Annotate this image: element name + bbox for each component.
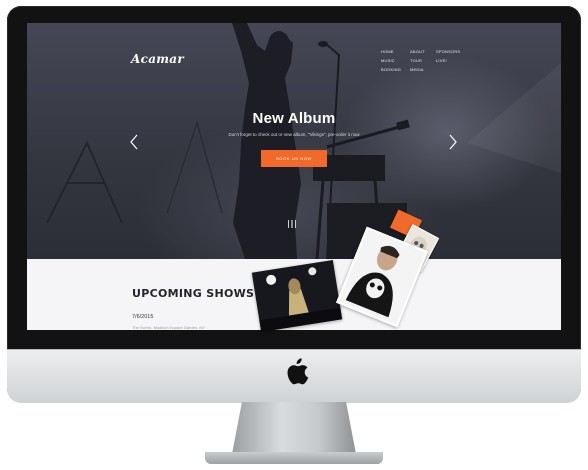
nav-item-about[interactable]: ABOUT: [410, 49, 436, 54]
nav-item-music[interactable]: MUSIC: [381, 58, 410, 63]
imac-mockup: Acamar HOME ABOUT SPONSORS MUSIC TOUR LI…: [0, 0, 588, 470]
hero-subtitle: Don't forget to check out or new album, …: [228, 132, 360, 137]
nav-item-booking[interactable]: BOOKING: [381, 67, 410, 72]
book-us-now-button[interactable]: BOOK US NOW: [261, 150, 327, 167]
hero-section: Acamar HOME ABOUT SPONSORS MUSIC TOUR LI…: [27, 23, 561, 259]
site-logo[interactable]: Acamar: [131, 52, 184, 66]
nav-item-live[interactable]: LIVE!: [436, 58, 471, 63]
nav-item-sponsors[interactable]: SPONSORS: [436, 49, 471, 54]
nav-item-media[interactable]: MEDIA: [410, 67, 436, 72]
slide-indicator[interactable]: [286, 220, 298, 228]
hero-title: New Album: [252, 110, 336, 127]
monitor-stand-neck: [232, 402, 356, 454]
concert-crowd-photo: [251, 259, 343, 333]
show-venue[interactable]: The Scene, Madison Square Garden, NY: [132, 325, 205, 330]
main-navigation: HOME ABOUT SPONSORS MUSIC TOUR LIVE! BOO…: [381, 49, 471, 72]
monitor-stand-foot: [205, 452, 383, 464]
apple-icon: [287, 358, 309, 385]
show-date: 7/6/2015: [132, 314, 154, 320]
nav-item-tour[interactable]: TOUR: [410, 58, 436, 63]
nav-item-home[interactable]: HOME: [381, 49, 410, 54]
upcoming-shows-title: UPCOMING SHOWS: [132, 287, 255, 300]
